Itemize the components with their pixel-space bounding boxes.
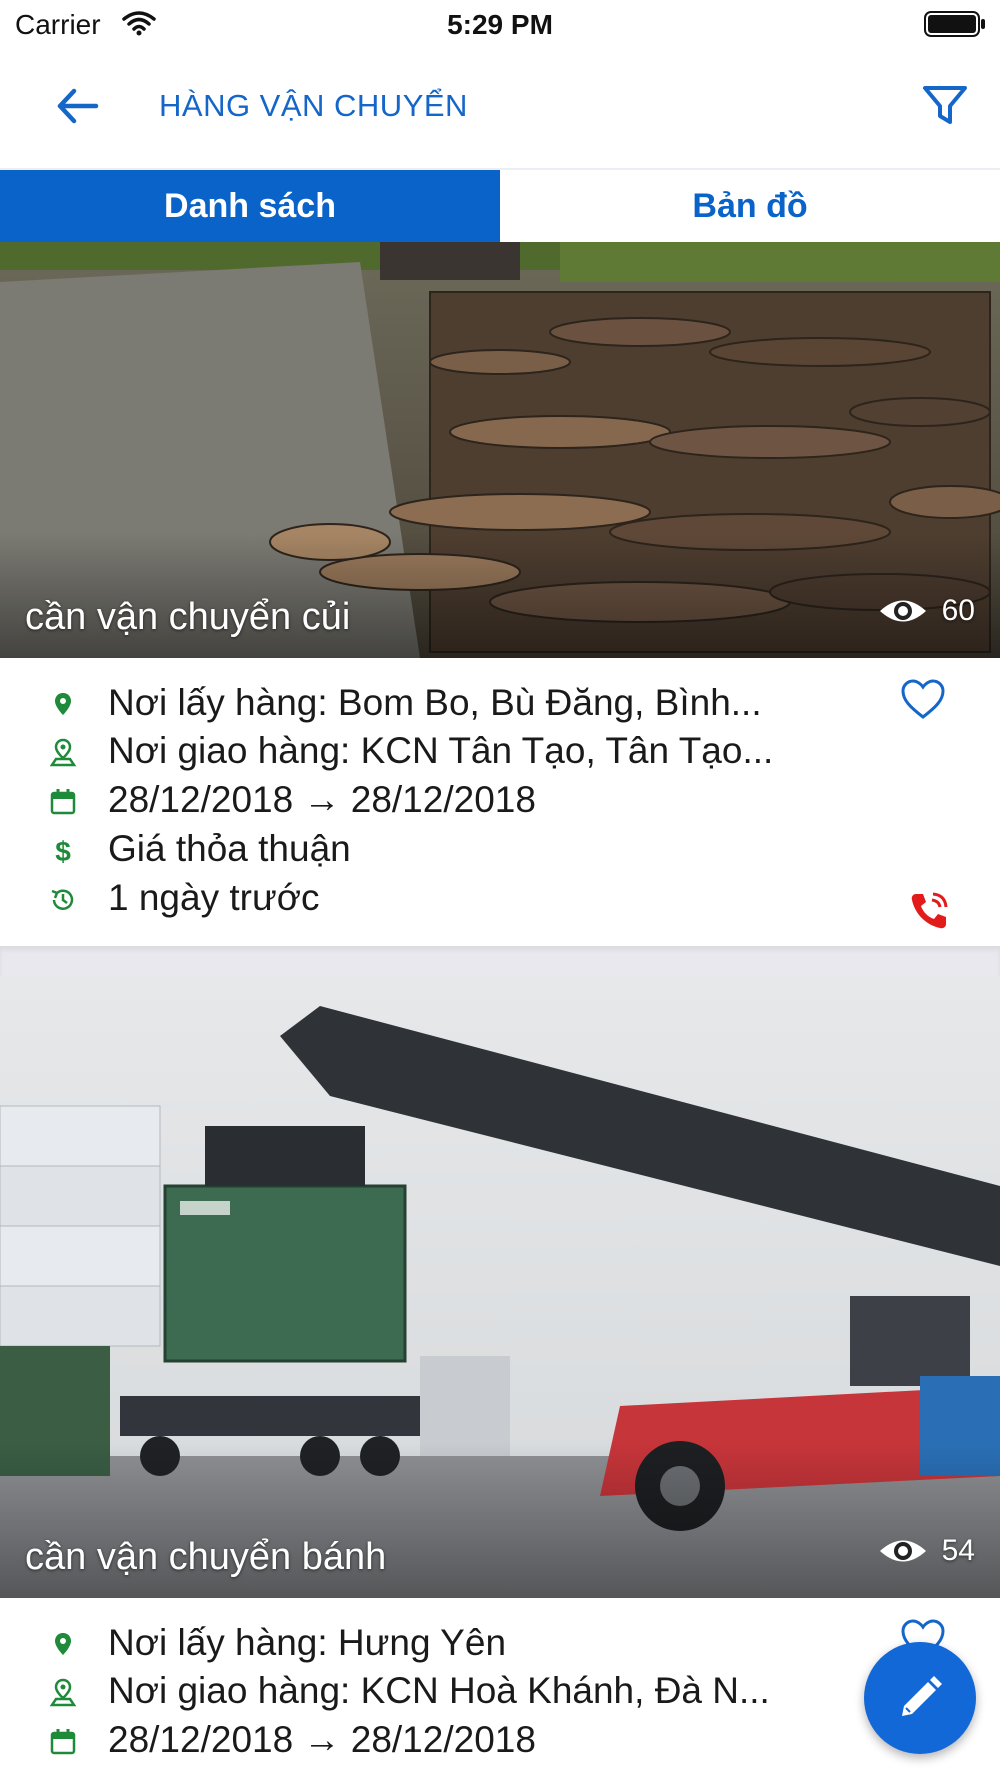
view-count-value: 54 [941,1534,975,1567]
date-row: 28/12/2018 → 28/12/2018 [0,1719,1000,1767]
listing-card[interactable]: cần vận chuyển bánh 54 Nơi lấy hàng: Hưn… [0,976,1000,1778]
listing-photo-container [0,976,1000,1598]
listing-title: cần vận chuyển củi [25,596,351,638]
back-arrow-icon[interactable] [52,82,112,130]
phone-icon[interactable] [908,890,950,932]
delivery-location: Nơi giao hàng: KCN Hoà Khánh, Đà N... [108,1670,770,1711]
pickup-location: Nơi lấy hàng: Bom Bo, Bù Đăng, Bình... [108,682,762,723]
listing-card[interactable]: cần vận chuyển củi 60 Nơi lấy hàng: Bom … [0,242,1000,946]
pencil-icon [902,1676,942,1716]
price-row: $ Giá thỏa thuận [0,828,1000,876]
heart-icon[interactable] [900,678,946,720]
status-time: 5:29 PM [447,9,553,40]
delivery-location: Nơi giao hàng: KCN Tân Tạo, Tân Tạo... [108,730,774,771]
pickup-location: Nơi lấy hàng: Hưng Yên [108,1622,507,1663]
date-range: 28/12/2018 → 28/12/2018 [108,779,536,820]
create-post-button[interactable] [864,1642,976,1754]
tab-map[interactable]: Bản đồ [500,170,1000,242]
calendar-icon [50,789,76,815]
eye-icon [879,1540,926,1562]
view-count: 54 [878,1534,975,1568]
map-pin-icon [55,693,71,715]
posted-time: 1 ngày trước [108,877,320,918]
posted-row: 1 ngày trước [0,877,1000,925]
map-pin-icon [55,1633,71,1655]
status-bar: Carrier 5:29 PM [0,0,1000,50]
filter-icon[interactable] [920,80,970,130]
card-separator [0,946,1000,976]
view-tabs: Danh sách Bản đồ [0,170,1000,242]
page-title: HÀNG VẬN CHUYỂN [159,88,468,123]
delivery-pin-icon [49,738,77,767]
price: Giá thỏa thuận [108,828,351,869]
pickup-row: Nơi lấy hàng: Bom Bo, Bù Đăng, Bình... [0,682,1000,730]
delivery-pin-icon [49,1678,77,1707]
delivery-row: Nơi giao hàng: KCN Tân Tạo, Tân Tạo... [0,730,1000,778]
calendar-icon [50,1729,76,1755]
listing-title: cần vận chuyển bánh [25,1536,387,1578]
eye-icon [879,600,926,622]
date-range: 28/12/2018 → 28/12/2018 [108,1719,536,1760]
svg-text:$: $ [55,836,71,866]
view-count: 60 [878,594,975,628]
tab-list[interactable]: Danh sách [0,170,500,242]
history-icon [51,889,74,910]
delivery-row: Nơi giao hàng: KCN Hoà Khánh, Đà N... [0,1670,1000,1718]
battery-icon [924,11,985,37]
view-count-value: 60 [941,594,975,627]
pickup-row: Nơi lấy hàng: Hưng Yên [0,1622,1000,1670]
dollar-icon: $ [55,836,71,866]
date-row: 28/12/2018 → 28/12/2018 [0,779,1000,827]
nav-bar: HÀNG VẬN CHUYỂN [0,50,1000,170]
